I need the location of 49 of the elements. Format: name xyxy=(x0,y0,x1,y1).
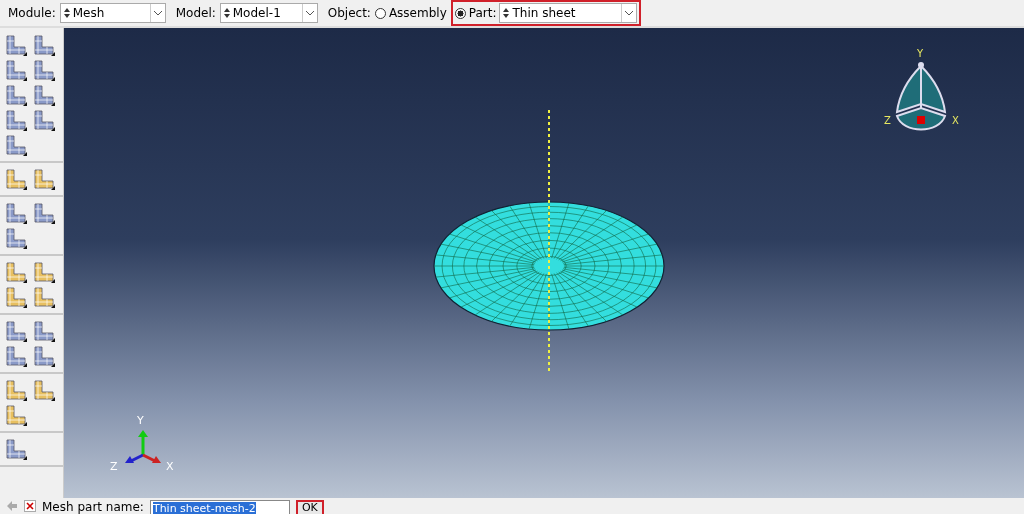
tool-icon[interactable] xyxy=(5,34,27,56)
tool-icon[interactable] xyxy=(33,261,55,283)
tool-icon[interactable] xyxy=(5,286,27,308)
tool-icon[interactable] xyxy=(5,227,27,249)
axis-label: Y xyxy=(917,49,924,59)
tool-icon[interactable] xyxy=(5,134,27,156)
dropdown-icon[interactable] xyxy=(301,4,317,22)
spinner-icon[interactable] xyxy=(222,6,231,20)
tool-icon[interactable] xyxy=(33,59,55,81)
tool-icon[interactable] xyxy=(5,109,27,131)
tool-icon[interactable] xyxy=(5,59,27,81)
tool-icon[interactable] xyxy=(33,379,55,401)
tool-icon[interactable] xyxy=(5,379,27,401)
module-dropdown[interactable]: Mesh xyxy=(59,3,166,23)
tool-icon[interactable] xyxy=(5,168,27,190)
prompt-label: Mesh part name: xyxy=(42,500,144,514)
tool-icon[interactable] xyxy=(33,286,55,308)
radio-button[interactable]: Assembly xyxy=(374,6,447,20)
tool-icon[interactable] xyxy=(5,84,27,106)
tool-icon[interactable] xyxy=(33,109,55,131)
axis-label: Y xyxy=(137,415,144,426)
dropdown-icon[interactable] xyxy=(149,4,165,22)
tool-icon[interactable] xyxy=(5,438,27,460)
model-dropdown[interactable]: Model-1 xyxy=(219,3,318,23)
tool-icon[interactable] xyxy=(33,84,55,106)
tool-icon[interactable] xyxy=(5,320,27,342)
object-label: Object: xyxy=(327,6,371,20)
axis-label: Z xyxy=(884,116,891,126)
spinner-icon[interactable] xyxy=(502,6,511,20)
tool-icon[interactable] xyxy=(5,345,27,367)
axis-label: Z xyxy=(110,461,118,472)
part-name-field[interactable]: Thin sheet-mesh-2 xyxy=(149,500,290,514)
cancel-icon[interactable] xyxy=(24,500,36,512)
tool-icon[interactable] xyxy=(33,320,55,342)
module-label: Module: xyxy=(8,6,56,20)
tool-icon[interactable] xyxy=(5,404,27,426)
axis-label: X xyxy=(952,116,959,126)
tool-icon[interactable] xyxy=(33,345,55,367)
model-label: Model: xyxy=(175,6,216,20)
ok-button[interactable]: OK xyxy=(295,500,324,514)
part-dropdown[interactable]: Thin sheet xyxy=(499,3,638,23)
axis-label: X xyxy=(166,461,174,472)
tool-icon[interactable] xyxy=(5,261,27,283)
tool-icon[interactable] xyxy=(5,202,27,224)
radio-button[interactable]: Part: xyxy=(454,6,497,20)
tool-icon[interactable] xyxy=(33,202,55,224)
spinner-icon[interactable] xyxy=(62,6,71,20)
tool-icon[interactable] xyxy=(33,168,55,190)
tool-icon[interactable] xyxy=(33,34,55,56)
